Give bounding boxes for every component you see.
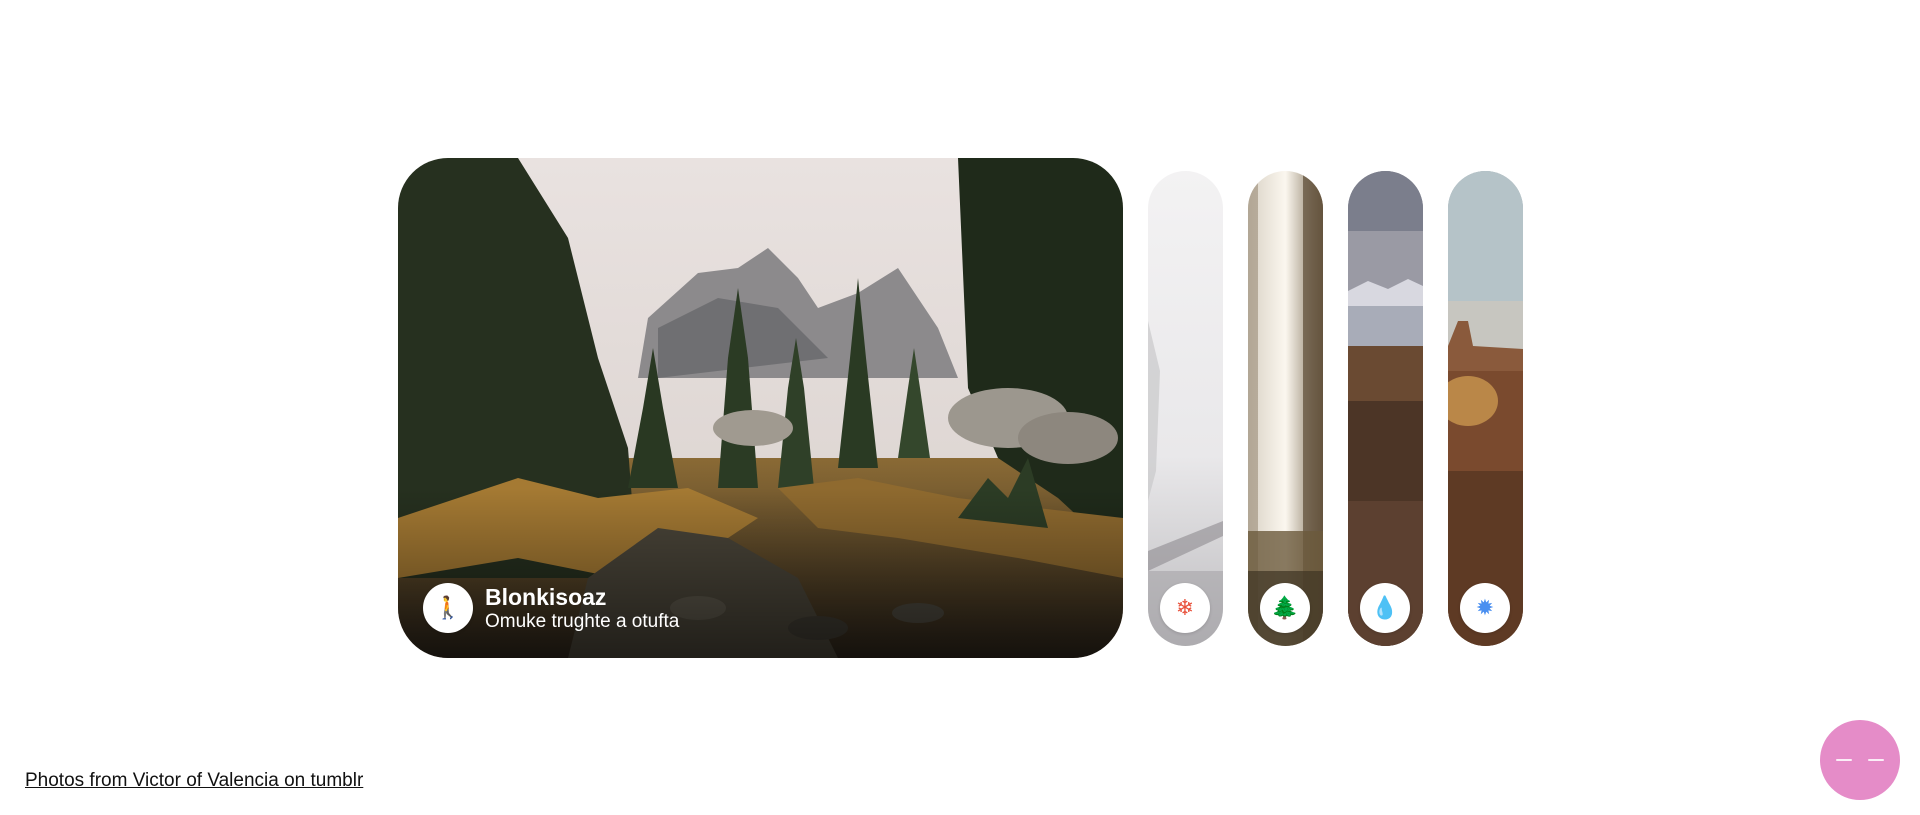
gallery-card-snow[interactable]: ❄ bbox=[1148, 170, 1223, 646]
desert-photo bbox=[1448, 170, 1523, 646]
water-drop-icon: 💧 bbox=[1360, 582, 1410, 633]
card-caption: Blonkisoaz Omuke trughte a otufta bbox=[485, 583, 679, 633]
page: 🚶 Blonkisoaz Omuke trughte a otufta ❄ 🌲 … bbox=[0, 0, 1920, 815]
dash-icon bbox=[1868, 759, 1884, 761]
snow-photo bbox=[1148, 170, 1223, 646]
photo-gallery: 🚶 Blonkisoaz Omuke trughte a otufta ❄ 🌲 … bbox=[398, 158, 1523, 658]
tree-icon: 🌲 bbox=[1260, 582, 1310, 633]
gallery-card-forest[interactable]: 🌲 bbox=[1248, 170, 1323, 646]
gallery-card-desert[interactable]: ✹ bbox=[1448, 170, 1523, 646]
card-subtitle: Omuke trughte a otufta bbox=[485, 611, 680, 632]
gallery-card-active[interactable]: 🚶 Blonkisoaz Omuke trughte a otufta bbox=[398, 158, 1123, 658]
photo-credit-link[interactable]: Photos from Victor of Valencia on tumblr bbox=[25, 770, 363, 792]
sun-icon: ✹ bbox=[1460, 582, 1510, 633]
sunlit-forest-photo bbox=[1248, 170, 1323, 646]
dash-icon bbox=[1836, 759, 1852, 761]
menu-fab-button[interactable] bbox=[1820, 720, 1900, 800]
walking-icon: 🚶 bbox=[423, 583, 473, 633]
card-title: Blonkisoaz bbox=[485, 584, 607, 610]
gallery-card-lake[interactable]: 💧 bbox=[1348, 170, 1423, 646]
snowflake-icon: ❄ bbox=[1160, 582, 1210, 633]
lake-photo bbox=[1348, 170, 1423, 646]
